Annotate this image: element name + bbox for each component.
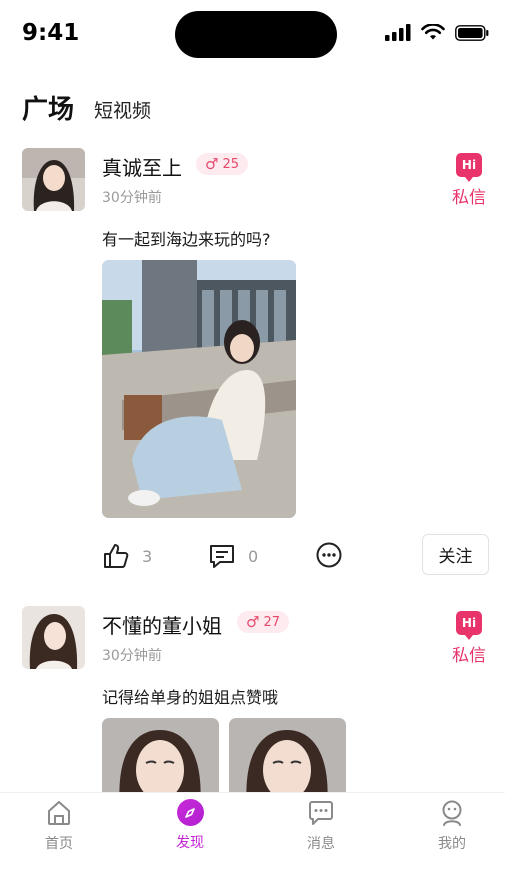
wifi-icon [421, 24, 445, 40]
bottom-nav: 首页 发现 消息 我的 [0, 792, 505, 870]
username[interactable]: 不懂的董小姐 [102, 610, 222, 639]
nav-home-label: 首页 [45, 836, 73, 852]
tab-square[interactable]: 广场 [22, 89, 74, 126]
post-card: 不懂的董小姐 ♂ 27 30分钟前 Hi 私信 记得给单身的姐姐点赞哦 [0, 606, 505, 808]
compass-icon [176, 799, 204, 826]
post-card: 真诚至上 ♂ 25 30分钟前 Hi 私信 有一起到海边来玩的吗? 3 0 关注 [0, 148, 505, 588]
post-text: 记得给单身的姐姐点赞哦 [102, 688, 279, 707]
profile-icon [442, 800, 462, 826]
age-value: 27 [263, 614, 280, 630]
signal-icon [385, 24, 411, 41]
gender-age-badge: ♂ 25 [196, 153, 248, 175]
nav-profile[interactable]: 我的 [422, 799, 482, 853]
avatar[interactable] [22, 606, 85, 669]
tab-short-video[interactable]: 短视频 [94, 96, 151, 126]
header-tabs: 广场 短视频 [22, 82, 151, 126]
more-options-icon [316, 542, 342, 568]
hi-icon: Hi [456, 611, 482, 640]
private-message-label: 私信 [452, 646, 486, 666]
comment-button[interactable]: 0 [208, 542, 258, 570]
gender-age-badge: ♂ 27 [237, 611, 289, 633]
post-photo[interactable] [102, 260, 296, 518]
nav-messages-label: 消息 [307, 836, 335, 852]
hi-icon: Hi [456, 153, 482, 182]
nav-messages[interactable]: 消息 [291, 799, 351, 853]
private-message-button[interactable]: Hi 私信 [449, 611, 489, 666]
male-icon: ♂ [246, 613, 260, 631]
avatar[interactable] [22, 148, 85, 211]
nav-discover-label: 发现 [176, 835, 204, 851]
comment-icon [210, 545, 234, 568]
post-time: 30分钟前 [102, 190, 162, 206]
private-message-label: 私信 [452, 188, 486, 208]
follow-button[interactable]: 关注 [422, 534, 489, 575]
age-value: 25 [222, 156, 239, 172]
status-bar: 9:41 [0, 0, 505, 70]
post-text: 有一起到海边来玩的吗? [102, 230, 271, 249]
post-actions: 3 0 关注 [0, 534, 505, 578]
username[interactable]: 真诚至上 [102, 152, 182, 181]
home-icon [48, 801, 70, 825]
nav-home[interactable]: 首页 [29, 799, 89, 853]
like-button[interactable]: 3 [102, 542, 152, 570]
more-button[interactable] [316, 542, 342, 568]
like-count: 3 [142, 546, 153, 566]
dynamic-island [175, 11, 337, 58]
comment-count: 0 [248, 546, 259, 566]
post-time: 30分钟前 [102, 648, 162, 664]
thumbs-up-icon [104, 544, 129, 568]
male-icon: ♂ [205, 155, 219, 173]
status-icons [385, 24, 489, 41]
battery-icon [455, 24, 489, 41]
nav-discover[interactable]: 发现 [160, 799, 220, 852]
private-message-button[interactable]: Hi 私信 [449, 153, 489, 208]
status-time: 9:41 [22, 20, 80, 46]
nav-profile-label: 我的 [438, 836, 466, 852]
chat-icon [309, 801, 333, 825]
